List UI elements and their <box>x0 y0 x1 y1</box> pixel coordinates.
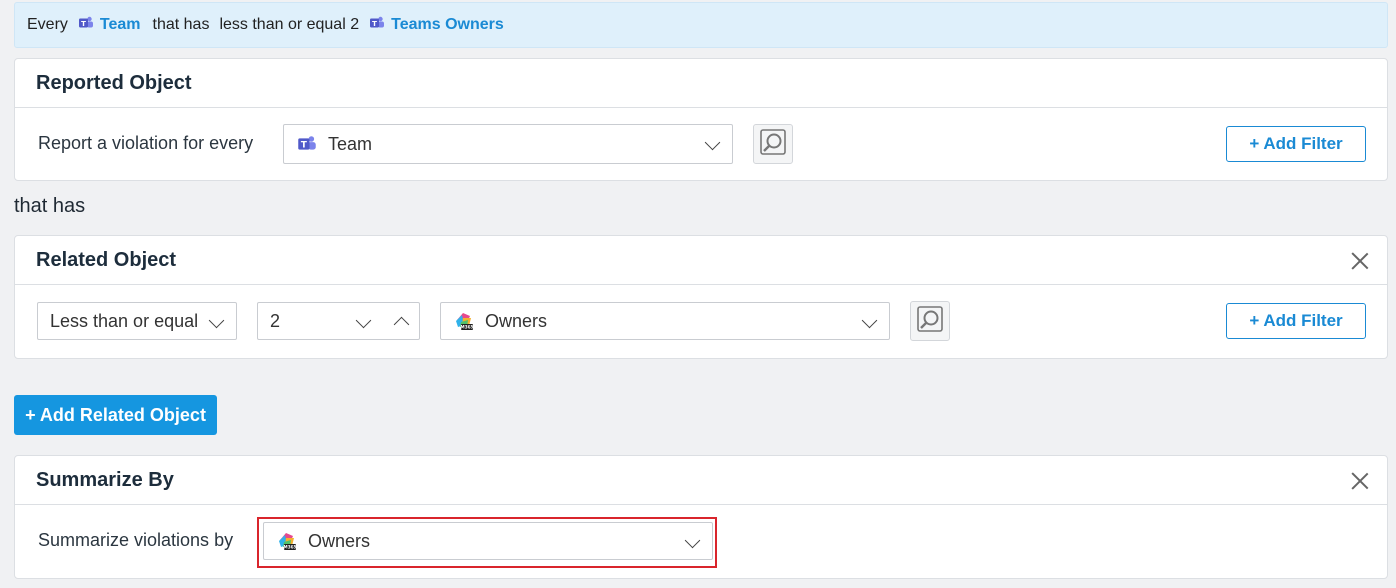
related-object-value: Owners <box>485 310 548 331</box>
m365-icon: M365 <box>453 310 475 332</box>
chevron-up-icon[interactable] <box>393 316 410 333</box>
summary-that-has: that has <box>152 16 210 33</box>
teams-icon: T <box>78 15 94 36</box>
count-value: 2 <box>270 310 281 331</box>
operator-value: Less than or equal <box>50 310 199 331</box>
report-for-label: Report a violation for every <box>38 133 254 153</box>
that-has-connector: that has <box>14 195 86 217</box>
reported-object-title: Reported Object <box>15 59 1387 108</box>
summarize-by-title: Summarize By <box>36 468 174 491</box>
svg-text:M365: M365 <box>461 325 474 330</box>
close-icon[interactable] <box>1351 472 1369 490</box>
summary-condition: less than or equal 2 <box>219 16 360 33</box>
chevron-down-icon[interactable] <box>355 312 372 329</box>
summarize-by-label: Summarize violations by <box>38 530 234 550</box>
related-add-filter-button[interactable]: + Add Filter <box>1226 303 1366 339</box>
summary-related-object[interactable]: T Teams Owners <box>369 15 504 36</box>
svg-text:T: T <box>301 141 307 151</box>
reported-object-body: Report a violation for every T Team + Ad… <box>15 108 1387 180</box>
summary-reported-label: Team <box>99 16 141 33</box>
summary-reported-object[interactable]: T Team <box>78 15 141 36</box>
chevron-down-icon <box>208 312 225 329</box>
operator-select[interactable]: Less than or equal <box>37 302 237 340</box>
preview-search-icon <box>915 304 945 339</box>
reported-object-panel: Reported Object Report a violation for e… <box>14 58 1388 181</box>
summary-every: Every <box>27 16 68 33</box>
rule-summary-bar: Every T Team that has less than or equal… <box>14 2 1388 48</box>
related-preview-button[interactable] <box>910 301 950 341</box>
summary-related-label: Teams Owners <box>391 16 504 33</box>
teams-icon: T <box>296 134 318 154</box>
reported-object-value: Team <box>328 133 373 154</box>
teams-icon: T <box>369 15 385 36</box>
close-icon[interactable] <box>1351 252 1369 270</box>
svg-text:T: T <box>81 19 86 27</box>
reported-object-select[interactable]: T Team <box>283 124 733 164</box>
related-object-title: Related Object <box>36 248 177 271</box>
count-stepper[interactable]: 2 <box>257 302 420 340</box>
related-object-select[interactable]: M365 Owners <box>440 302 890 340</box>
preview-search-icon <box>758 127 788 162</box>
related-object-panel: Related Object Less than or equal 2 M365… <box>14 235 1388 359</box>
related-object-body: Less than or equal 2 M365 Owners + Add F… <box>15 285 1387 357</box>
reported-preview-button[interactable] <box>753 124 793 164</box>
related-object-header: Related Object <box>15 236 1387 285</box>
svg-text:T: T <box>372 19 377 27</box>
highlight-box <box>257 517 717 568</box>
chevron-down-icon <box>861 312 878 329</box>
reported-add-filter-button[interactable]: + Add Filter <box>1226 126 1366 162</box>
chevron-down-icon <box>704 134 721 151</box>
summarize-by-header: Summarize By <box>15 456 1387 505</box>
add-related-object-button[interactable]: + Add Related Object <box>14 395 217 435</box>
